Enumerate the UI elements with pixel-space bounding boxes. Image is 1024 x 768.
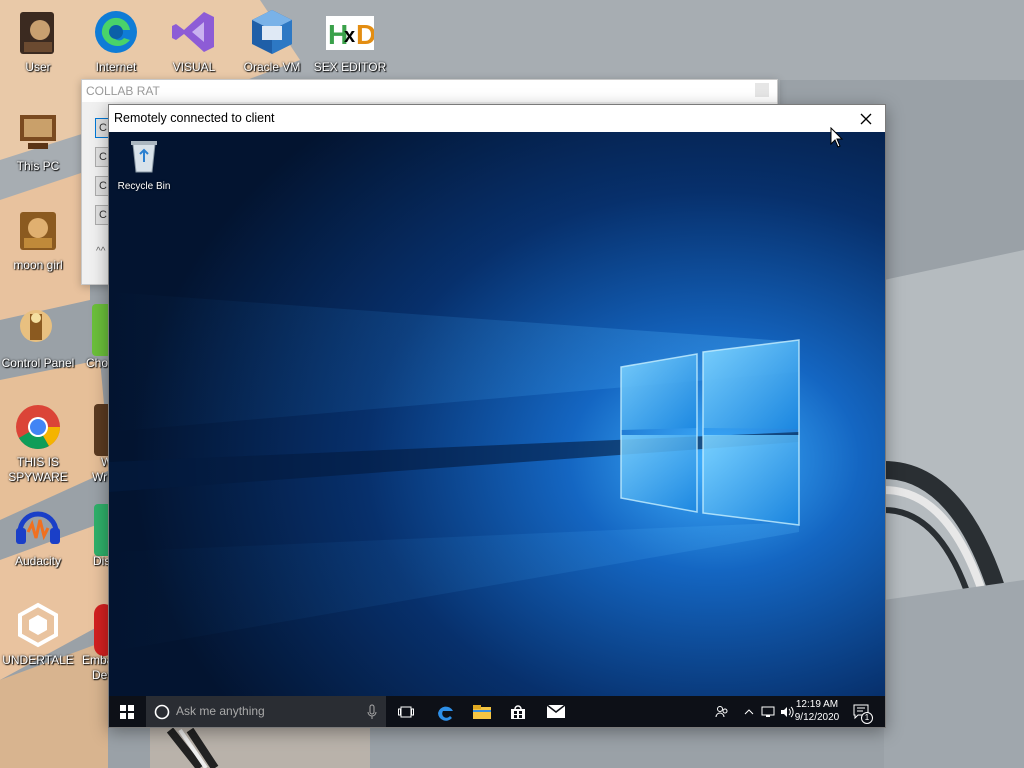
network-icon	[761, 706, 775, 717]
remote-taskbar: Ask me anything 12:19 AM 9/12/2020 1	[109, 696, 885, 727]
chevron-up-icon	[744, 708, 754, 714]
desktop-icon-visual-studio[interactable]: VISUAL STUDIO 2019	[156, 8, 232, 75]
remote-screen[interactable]: Recycle Bin Ask me anything 12:19 AM 9/1…	[109, 132, 885, 727]
edge-taskbar-button[interactable]	[428, 696, 462, 727]
audacity-icon	[14, 502, 62, 550]
desktop-icon-this-pc[interactable]: This PC	[0, 107, 76, 174]
windows-logo-icon	[120, 704, 134, 719]
partial-label-1: Cho	[86, 356, 109, 370]
cortana-icon	[154, 704, 170, 720]
recycle-bin-shortcut[interactable]: Recycle Bin	[115, 138, 173, 192]
hex-editor-icon: HxD	[326, 8, 374, 56]
desktop-icon-audacity[interactable]: Audacity	[0, 502, 76, 569]
desktop-icon-undertale[interactable]: UNDERTALE	[0, 601, 76, 668]
desktop-icon-virtualbox[interactable]: Oracle VM VirtualBox	[234, 8, 310, 75]
control-panel-icon	[14, 304, 62, 352]
search-box[interactable]: Ask me anything	[146, 696, 386, 727]
mail-icon	[547, 705, 565, 718]
visual-studio-icon	[170, 8, 218, 56]
virtualbox-icon	[248, 8, 296, 56]
clock-time: 12:19 AM	[795, 699, 839, 710]
show-hidden-icons-button[interactable]	[741, 696, 757, 727]
edge-icon	[92, 8, 140, 56]
store-icon	[511, 704, 525, 719]
people-icon	[715, 705, 728, 717]
this-pc-icon	[14, 107, 62, 155]
collab-rat-ellipsis: ^^	[96, 246, 106, 257]
desktop-icon-spyware[interactable]: THIS IS SPYWARE	[0, 403, 76, 485]
collab-rat-close-button[interactable]	[755, 83, 769, 97]
close-icon	[860, 113, 872, 124]
unity-icon	[14, 601, 62, 649]
edge-icon	[438, 706, 453, 721]
collab-rat-title: COLLAB RAT	[82, 80, 777, 102]
action-center-button[interactable]: 1	[849, 696, 873, 727]
mouse-cursor-icon	[830, 127, 844, 148]
search-placeholder: Ask me anything	[176, 704, 265, 718]
clock-date: 9/12/2020	[794, 712, 840, 723]
desktop-icon-moon-girl[interactable]: moon girl	[0, 206, 76, 273]
chrome-icon	[14, 403, 62, 451]
taskbar-clock[interactable]: 12:19 AM 9/12/2020	[793, 698, 841, 724]
windows-10-wallpaper	[109, 132, 885, 727]
network-button[interactable]	[759, 696, 777, 727]
svg-text:D: D	[356, 19, 374, 50]
remote-window-title: Remotely connected to client	[114, 111, 275, 125]
mail-button[interactable]	[539, 696, 573, 727]
remote-window-titlebar[interactable]: Remotely connected to client	[109, 105, 885, 132]
task-view-button[interactable]	[389, 696, 423, 727]
desktop-icon-hex-editor[interactable]: HxD SEX EDITOR	[312, 8, 388, 75]
notification-badge: 1	[861, 712, 873, 724]
remote-window[interactable]: Remotely connected to client Recycle Bin…	[108, 104, 886, 728]
start-button[interactable]	[109, 696, 145, 727]
people-button[interactable]	[712, 696, 732, 727]
user-folder-icon	[14, 8, 62, 56]
task-view-icon	[398, 706, 414, 717]
moon-girl-icon	[14, 206, 62, 254]
svg-text:x: x	[344, 25, 355, 47]
store-button[interactable]	[501, 696, 535, 727]
desktop-icon-control-panel[interactable]: Control Panel	[0, 304, 76, 371]
file-explorer-button[interactable]	[465, 696, 499, 727]
folder-icon	[473, 704, 491, 719]
desktop-icon-internet-explorer[interactable]: Internet Explorer	[78, 8, 154, 75]
microphone-icon	[367, 704, 377, 719]
close-button[interactable]	[851, 105, 881, 132]
desktop-icon-user[interactable]: User	[0, 8, 76, 75]
speaker-icon	[781, 706, 794, 717]
recycle-bin-icon	[131, 141, 157, 173]
